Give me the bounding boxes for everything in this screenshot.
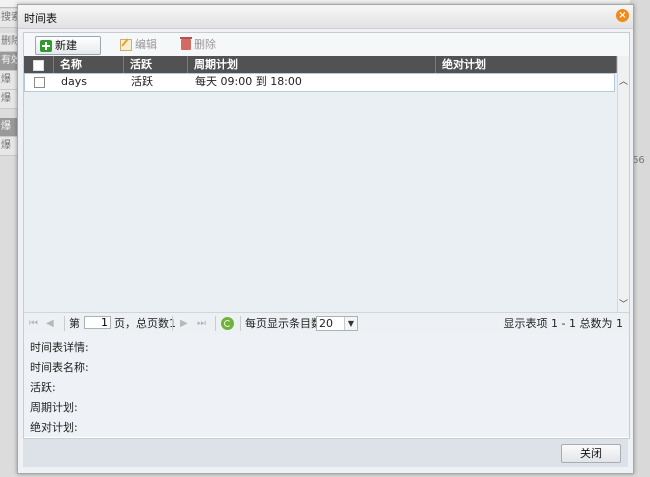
pager-divider xyxy=(172,316,173,331)
cell-active: 活跃 xyxy=(131,75,153,88)
details-name-label: 时间表名称: xyxy=(30,361,89,374)
dialog-header: 时间表 × xyxy=(18,5,633,29)
timetable-panel: 新建 编辑 删除 名称 活跃 周期计划 绝对计划 days 活跃 每天 09:0… xyxy=(23,32,630,439)
grid-header: 名称 活跃 周期计划 绝对计划 xyxy=(24,56,617,73)
grid-scrollbar[interactable]: ︿ ﹀ xyxy=(617,56,629,312)
pager-divider xyxy=(215,316,216,331)
column-header-name[interactable]: 名称 xyxy=(54,56,124,73)
edit-button-label: 编辑 xyxy=(135,38,157,51)
edit-icon xyxy=(120,38,132,51)
cell-name: days xyxy=(61,75,87,88)
details-active-label: 活跃: xyxy=(30,381,56,394)
details-section: 时间表详情: 时间表名称: 活跃: 周期计划: 绝对计划: xyxy=(24,334,629,437)
page-size-label: 每页显示条目数 xyxy=(245,317,322,330)
delete-button[interactable]: 删除 xyxy=(177,36,222,53)
prev-page-icon[interactable]: ◀ xyxy=(46,317,54,330)
next-page-icon[interactable]: ▶ xyxy=(180,317,188,330)
cell-periodic: 每天 09:00 到 18:00 xyxy=(195,75,302,88)
details-absolute-label: 绝对计划: xyxy=(30,421,78,434)
scroll-down-icon[interactable]: ﹀ xyxy=(619,300,628,310)
pager-divider xyxy=(64,316,65,331)
cell-absolute xyxy=(437,74,618,89)
details-heading: 时间表详情: xyxy=(30,341,89,354)
chevron-down-icon: ▼ xyxy=(344,317,357,330)
row-checkbox[interactable] xyxy=(34,76,45,88)
refresh-icon[interactable] xyxy=(221,317,234,330)
page-size-value: 20 xyxy=(319,317,333,330)
column-header-active[interactable]: 活跃 xyxy=(124,56,188,73)
select-all-checkbox[interactable] xyxy=(33,59,44,71)
page-size-select[interactable]: 20 ▼ xyxy=(316,316,358,331)
pager-summary: 显示表项 1 - 1 总数为 1 xyxy=(503,317,623,330)
page-prefix: 第 xyxy=(69,317,80,330)
pager: ⏮ ◀ 第 页，总页数1 ▶ ⏭ 每页显示条目数 20 ▼ 显示表项 1 - 1… xyxy=(24,312,629,335)
edit-button[interactable]: 编辑 xyxy=(116,36,163,53)
new-button[interactable]: 新建 xyxy=(35,36,101,55)
dialog-title: 时间表 xyxy=(24,12,57,25)
select-all-cell xyxy=(24,56,54,73)
toolbar: 新建 编辑 删除 xyxy=(24,33,629,56)
details-periodic-label: 周期计划: xyxy=(30,401,78,414)
pager-divider xyxy=(240,316,241,331)
page-number-input[interactable] xyxy=(84,316,111,329)
timetable-dialog: 时间表 × 新建 编辑 删除 名称 活跃 周期计划 绝对计划 days 活跃 每… xyxy=(17,4,634,474)
column-header-periodic[interactable]: 周期计划 xyxy=(188,56,436,73)
close-icon[interactable]: × xyxy=(616,9,629,22)
grid-body: days 活跃 每天 09:00 到 18:00 xyxy=(24,73,617,312)
row-checkbox-cell xyxy=(25,74,55,89)
last-page-icon[interactable]: ⏭ xyxy=(197,317,206,330)
scroll-up-icon[interactable]: ︿ xyxy=(619,77,628,87)
dialog-footer: 关闭 xyxy=(23,439,628,467)
close-button[interactable]: 关闭 xyxy=(561,444,621,463)
trash-icon xyxy=(180,37,192,50)
page-suffix: 页，总页数1 xyxy=(114,317,176,330)
add-icon xyxy=(40,39,52,52)
first-page-icon[interactable]: ⏮ xyxy=(29,317,38,330)
delete-button-label: 删除 xyxy=(194,38,216,51)
table-row[interactable]: days 活跃 每天 09:00 到 18:00 xyxy=(24,73,615,92)
column-header-absolute[interactable]: 绝对计划 xyxy=(436,56,617,73)
new-button-label: 新建 xyxy=(55,39,77,52)
